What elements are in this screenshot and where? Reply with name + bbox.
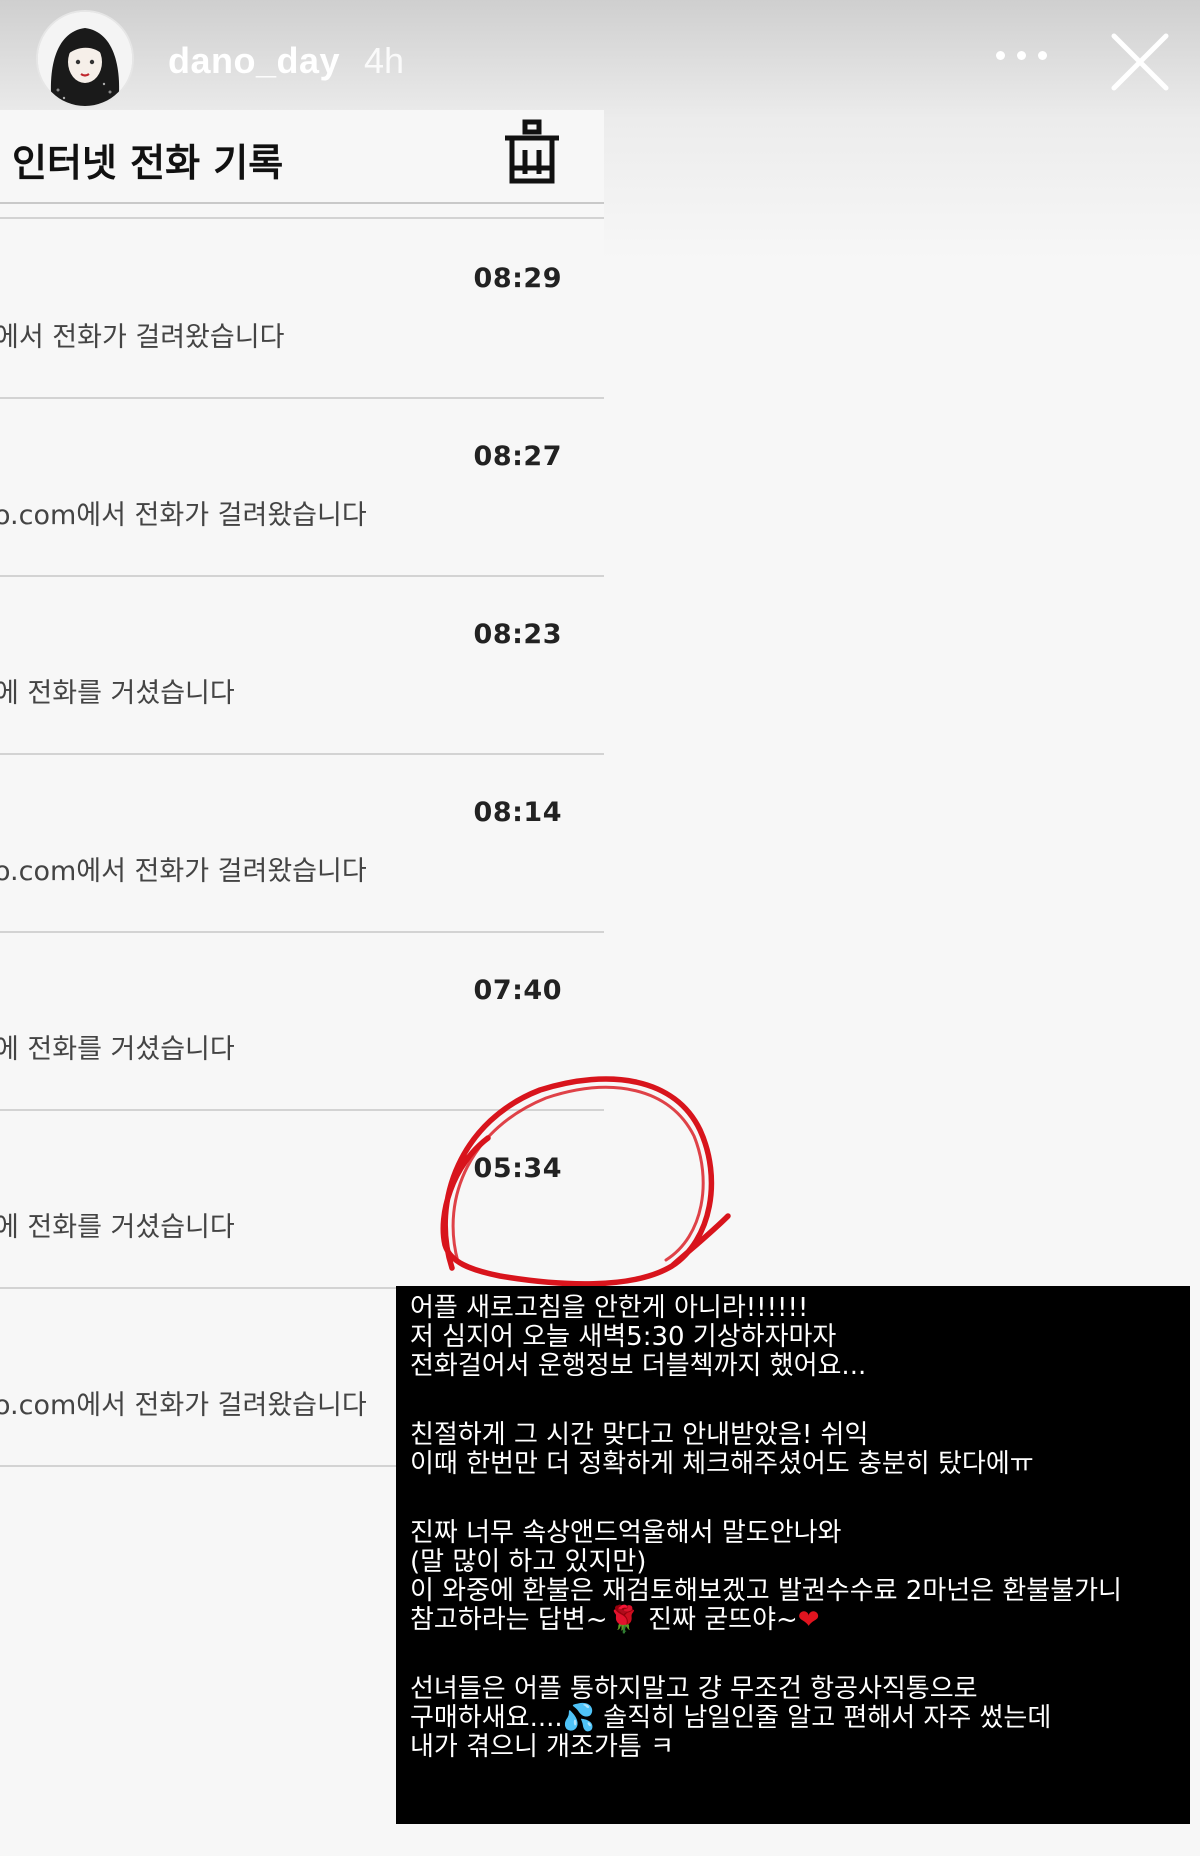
call-time: 08:23 <box>473 619 562 650</box>
call-description: 에 전화를 거셨습니다 <box>0 1034 235 1065</box>
call-description: o.com에서 전화가 걸려왔습니다 <box>0 1390 367 1421</box>
caption-line: 내가 겪으니 개조가틈 ㅋ <box>410 1732 674 1762</box>
more-dots-icon[interactable] <box>996 48 1048 62</box>
story-viewer: dano_day 4h 인터넷 전화 기록 08:29 에서 전화가 걸려왔습니… <box>0 0 1200 1856</box>
call-description: 에 전화를 거셨습니다 <box>0 678 235 709</box>
call-log-row[interactable]: 05:34 에 전화를 거셨습니다 <box>0 1109 604 1289</box>
call-time: 08:27 <box>473 441 562 472</box>
close-icon[interactable] <box>1108 30 1172 94</box>
caption-line: 이 와중에 환불은 재검토해보겠고 발권수수료 2마넌은 환불불가니 <box>410 1576 1122 1606</box>
call-log-screenshot: 인터넷 전화 기록 08:29 에서 전화가 걸려왔습니다 08:27 o.co… <box>0 110 604 1470</box>
story-username[interactable]: dano_day <box>168 40 340 82</box>
caption-line: (말 많이 하고 있지만) <box>410 1547 647 1577</box>
call-log-row[interactable]: 08:23 에 전화를 거셨습니다 <box>0 575 604 755</box>
caption-line: 선녀들은 어플 통하지말고 걍 무조건 항공사직통으로 <box>410 1674 978 1704</box>
call-time: 07:40 <box>473 975 562 1006</box>
call-description: 에서 전화가 걸려왔습니다 <box>0 322 285 353</box>
story-time-ago: 4h <box>364 40 405 81</box>
caption-text: 구매하새요.... <box>410 1703 563 1733</box>
caption-line: 진짜 너무 속상앤드억울해서 말도안나와 <box>410 1518 842 1548</box>
caption-line: 전화걸어서 운행정보 더블첵까지 했어요... <box>410 1351 867 1381</box>
call-time: 05:34 <box>473 1153 562 1184</box>
caption-line: 저 심지어 오늘 새벽5:30 기상하자마자 <box>410 1322 837 1352</box>
sweat-drops-emoji-icon: 💦 <box>562 1703 596 1733</box>
caption-line: 참고하라는 답변~🌹 진짜 굳뜨야~❤ <box>410 1606 1176 1635</box>
rose-emoji-icon: 🌹 <box>607 1605 640 1635</box>
caption-text: 솔직히 남일인줄 알고 편해서 자주 썼는데 <box>595 1703 1052 1733</box>
heart-emoji-icon: ❤ <box>797 1605 820 1635</box>
call-log-row[interactable]: 08:27 o.com에서 전화가 걸려왔습니다 <box>0 397 604 577</box>
call-log-row[interactable]: 07:40 에 전화를 거셨습니다 <box>0 931 604 1111</box>
call-time: 08:14 <box>473 797 562 828</box>
caption-text: 참고하라는 답변~ <box>410 1605 608 1635</box>
divider <box>0 202 604 204</box>
story-caption: 어플 새로고침을 안한게 아니라!!!!!! 저 심지어 오늘 새벽5:30 기… <box>396 1286 1190 1824</box>
story-header: dano_day 4h <box>0 0 1200 110</box>
caption-line: 친절하게 그 시간 맞다고 안내받았음! 쉬익 <box>410 1420 869 1450</box>
call-log-row[interactable]: 08:14 o.com에서 전화가 걸려왔습니다 <box>0 753 604 933</box>
call-time: 08:29 <box>473 263 562 294</box>
caption-text: 진짜 굳뜨야~ <box>639 1605 798 1635</box>
call-description: 에 전화를 거셨습니다 <box>0 1212 235 1243</box>
page-title: 인터넷 전화 기록 <box>12 141 284 185</box>
call-description: o.com에서 전화가 걸려왔습니다 <box>0 500 367 531</box>
caption-line: 이때 한번만 더 정확하게 체크해주셨어도 충분히 탔다에ㅠ <box>410 1449 1034 1479</box>
trash-icon[interactable] <box>505 118 559 188</box>
call-log-row[interactable]: 08:29 에서 전화가 걸려왔습니다 <box>0 219 604 399</box>
caption-line: 어플 새로고침을 안한게 아니라!!!!!! <box>410 1293 809 1323</box>
caption-line: 구매하새요....💦 솔직히 남일인줄 알고 편해서 자주 썼는데 <box>410 1704 1176 1733</box>
call-description: o.com에서 전화가 걸려왔습니다 <box>0 856 367 887</box>
avatar[interactable] <box>36 10 134 108</box>
